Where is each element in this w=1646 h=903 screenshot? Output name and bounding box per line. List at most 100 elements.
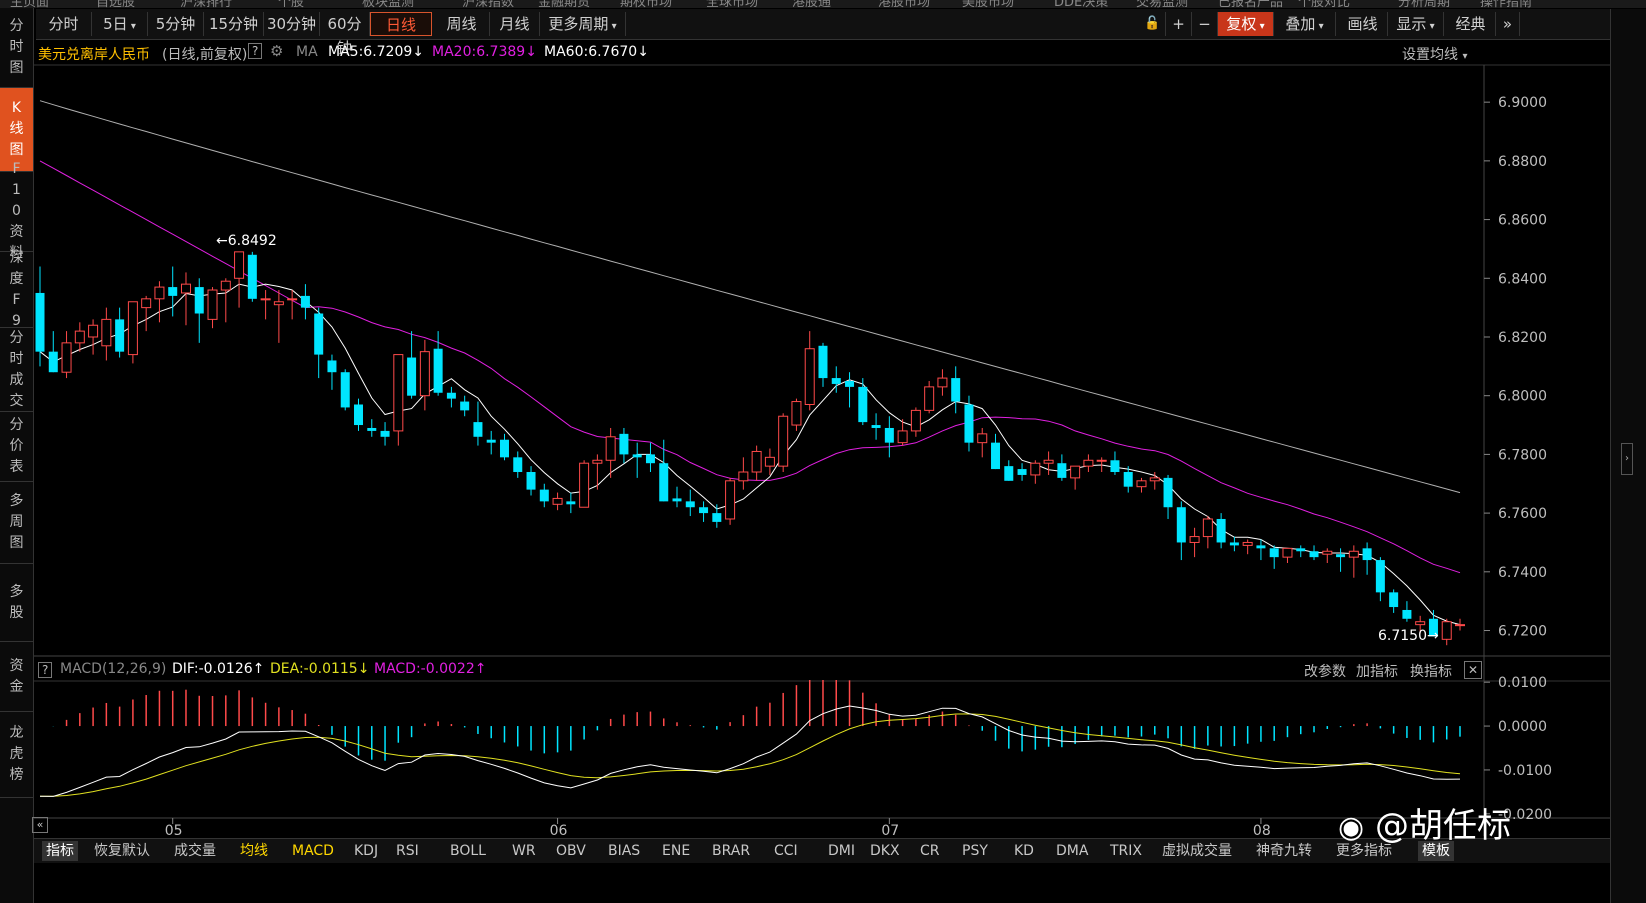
candle[interactable] [354,398,364,431]
indicator-tab[interactable]: PSY [962,841,988,861]
period-tab[interactable]: 分时 [36,12,92,36]
candle[interactable] [367,419,377,437]
left-nav-item[interactable]: 多周图 [0,482,33,564]
close-icon[interactable]: ✕ [1464,661,1482,679]
period-tab[interactable]: 月线 [490,12,540,36]
candle[interactable] [659,439,669,502]
top-menu-item[interactable]: DDE决策 [1054,0,1108,8]
candle[interactable] [473,401,483,446]
candle[interactable] [951,366,961,414]
left-nav-item[interactable]: 分价表 [0,412,33,482]
indicator-tab[interactable]: 虚拟成交量 [1162,841,1232,861]
candle[interactable] [1242,539,1253,555]
candle[interactable] [499,433,509,461]
candle[interactable] [937,369,948,396]
candle[interactable] [88,319,99,355]
candle[interactable] [778,413,789,473]
help-button[interactable]: ? [248,43,263,59]
candle[interactable] [964,395,974,452]
kline-chart[interactable]: 6.9000 6.8800 6.8600 6.8400 6.8200 6.8000 6.78… [34,40,1610,840]
period-tab[interactable]: 5分钟 [148,12,204,36]
candle[interactable] [1296,545,1306,558]
candle[interactable] [845,372,855,408]
top-menu-item[interactable]: 个股对比 [1298,0,1350,8]
candle[interactable] [672,486,682,508]
candle[interactable] [486,430,496,455]
candle[interactable] [818,342,828,387]
candle[interactable] [1004,460,1014,481]
candle[interactable] [924,381,935,414]
candle[interactable] [645,442,655,473]
indicator-tab[interactable]: ENE [662,841,690,861]
candle[interactable] [207,287,218,329]
candle[interactable] [1189,527,1200,558]
period-tab[interactable]: 周线 [434,12,490,36]
candle[interactable] [393,354,404,446]
candle[interactable] [632,442,642,478]
candle[interactable] [619,427,629,464]
top-menu-item[interactable]: 美股市场 [962,0,1014,8]
candle[interactable] [48,331,58,373]
candle[interactable] [127,301,138,364]
candle[interactable] [552,492,563,511]
lock-icon[interactable]: 🔓 [1140,12,1166,36]
top-menu-item[interactable]: 交易监测 [1136,0,1188,8]
indicator-tab[interactable]: BRAR [712,841,750,861]
gear-icon[interactable]: ⚙ [270,42,283,60]
indicator-tab[interactable]: DMA [1056,841,1088,861]
candle[interactable] [247,251,257,302]
candle[interactable] [1455,618,1465,631]
candle[interactable] [101,307,112,361]
candle[interactable] [340,369,350,411]
candle[interactable] [460,395,470,417]
indicator-tab[interactable]: WR [512,841,536,861]
left-nav-item[interactable]: 多股 [0,564,33,642]
indicator-tab[interactable]: 指标 [42,841,78,861]
candle[interactable] [1441,618,1452,646]
top-menu-item[interactable]: 金融期货 [538,0,590,8]
candle[interactable] [1030,460,1041,484]
period-tab[interactable]: 15分钟 [204,12,264,36]
expand-right-panel-button[interactable]: › [1621,443,1633,475]
toolbar-tool[interactable]: 显示 ▾ [1388,12,1444,36]
candle[interactable] [300,284,310,320]
left-nav-item[interactable]: 资金 [0,642,33,712]
macd-add-indicator-link[interactable]: 加指标 [1356,661,1398,681]
top-menu-item[interactable]: 沪深指数 [462,0,514,8]
top-menu-item[interactable]: 操作指南 [1480,0,1532,8]
toolbar-tool[interactable]: 复权 ▾ [1218,12,1274,36]
candle[interactable] [1229,536,1239,552]
candle[interactable] [74,322,85,352]
candle[interactable] [884,416,894,458]
candle[interactable] [1322,548,1333,564]
toolbar-tool[interactable]: 叠加 ▾ [1274,12,1336,36]
candle[interactable] [1070,465,1081,490]
indicator-tab[interactable]: 神奇九转 [1256,841,1312,861]
period-tab[interactable]: 日线 [370,12,432,36]
top-menu-item[interactable]: 自选股 [96,0,135,8]
candle[interactable] [685,489,695,517]
candle[interactable] [579,460,590,508]
macd-change-params-link[interactable]: 改参数 [1304,661,1346,681]
candle[interactable] [725,477,736,525]
candle[interactable] [1362,542,1372,575]
candle[interactable] [180,272,191,326]
indicator-tab[interactable]: BOLL [450,841,486,861]
candle[interactable] [1256,539,1266,561]
top-menu-item[interactable]: 港股通 [792,0,831,8]
candle[interactable] [871,413,881,440]
candle[interactable] [115,307,125,358]
candle[interactable] [1402,601,1412,622]
candle[interactable] [1110,451,1120,475]
candle[interactable] [234,251,245,308]
indicator-tab[interactable]: DKX [870,841,900,861]
candle[interactable] [1375,557,1385,602]
zoom-out-button[interactable]: − [1192,12,1218,36]
toolbar-tool[interactable]: 画线 [1338,12,1388,36]
top-menu-item[interactable]: 主页面 [10,0,49,8]
candle[interactable] [991,433,1001,470]
top-menu-item[interactable]: 已报名产品 [1218,0,1283,8]
candle[interactable] [314,307,324,379]
indicator-tab[interactable]: RSI [396,841,419,861]
indicator-tab[interactable]: MACD [292,841,334,861]
